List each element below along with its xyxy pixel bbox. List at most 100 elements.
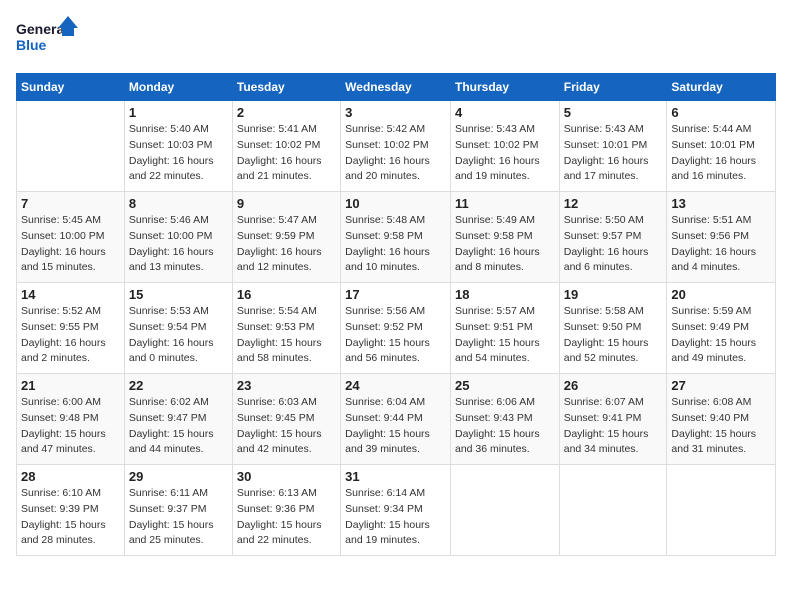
- day-number: 4: [455, 105, 555, 120]
- weekday-header-sunday: Sunday: [17, 74, 125, 101]
- day-number: 15: [129, 287, 228, 302]
- calendar-week-4: 21Sunrise: 6:00 AMSunset: 9:48 PMDayligh…: [17, 374, 776, 465]
- calendar-cell: 8 Sunrise: 5:46 AMSunset: 10:00 PMDayligh…: [124, 192, 232, 283]
- day-number: 8: [129, 196, 228, 211]
- calendar-cell: 20 Sunrise: 5:59 AMSunset: 9:49 PMDayligh…: [667, 283, 776, 374]
- day-number: 31: [345, 469, 446, 484]
- calendar-cell: 25Sunrise: 6:06 AMSunset: 9:43 PMDayligh…: [450, 374, 559, 465]
- day-number: 16: [237, 287, 336, 302]
- calendar-cell: 16 Sunrise: 5:54 AMSunset: 9:53 PMDayligh…: [232, 283, 340, 374]
- day-number: 9: [237, 196, 336, 211]
- weekday-header-thursday: Thursday: [450, 74, 559, 101]
- calendar-cell: 2 Sunrise: 5:41 AMSunset: 10:02 PMDayligh…: [232, 101, 340, 192]
- weekday-header-monday: Monday: [124, 74, 232, 101]
- calendar-cell: 18Sunrise: 5:57 AMSunset: 9:51 PMDayligh…: [450, 283, 559, 374]
- calendar-cell: 31Sunrise: 6:14 AMSunset: 9:34 PMDayligh…: [341, 465, 451, 556]
- day-detail: Sunrise: 5:51 AMSunset: 9:56 PMDaylight:…: [671, 213, 771, 276]
- day-number: 10: [345, 196, 446, 211]
- calendar-cell: 13 Sunrise: 5:51 AMSunset: 9:56 PMDayligh…: [667, 192, 776, 283]
- calendar-cell: [450, 465, 559, 556]
- svg-text:Blue: Blue: [16, 37, 47, 53]
- calendar-cell: 29Sunrise: 6:11 AMSunset: 9:37 PMDayligh…: [124, 465, 232, 556]
- day-detail: Sunrise: 6:06 AMSunset: 9:43 PMDaylight:…: [455, 395, 555, 458]
- day-detail: Sunrise: 5:40 AMSunset: 10:03 PMDaylight…: [129, 122, 228, 185]
- weekday-header-tuesday: Tuesday: [232, 74, 340, 101]
- calendar-cell: [667, 465, 776, 556]
- day-detail: Sunrise: 5:42 AMSunset: 10:02 PMDaylight…: [345, 122, 446, 185]
- day-number: 11: [455, 196, 555, 211]
- day-detail: Sunrise: 5:53 AMSunset: 9:54 PMDaylight:…: [129, 304, 228, 367]
- day-number: 5: [564, 105, 663, 120]
- day-detail: Sunrise: 5:46 AMSunset: 10:00 PMDaylight…: [129, 213, 228, 276]
- day-detail: Sunrise: 5:58 AMSunset: 9:50 PMDaylight:…: [564, 304, 663, 367]
- day-detail: Sunrise: 5:56 AMSunset: 9:52 PMDaylight:…: [345, 304, 446, 367]
- calendar-cell: 10 Sunrise: 5:48 AMSunset: 9:58 PMDayligh…: [341, 192, 451, 283]
- day-number: 6: [671, 105, 771, 120]
- day-number: 23: [237, 378, 336, 393]
- calendar-cell: 23Sunrise: 6:03 AMSunset: 9:45 PMDayligh…: [232, 374, 340, 465]
- day-number: 24: [345, 378, 446, 393]
- day-detail: Sunrise: 5:50 AMSunset: 9:57 PMDaylight:…: [564, 213, 663, 276]
- day-detail: Sunrise: 6:04 AMSunset: 9:44 PMDaylight:…: [345, 395, 446, 458]
- day-detail: Sunrise: 5:54 AMSunset: 9:53 PMDaylight:…: [237, 304, 336, 367]
- weekday-header-friday: Friday: [559, 74, 667, 101]
- day-detail: Sunrise: 6:00 AMSunset: 9:48 PMDaylight:…: [21, 395, 120, 458]
- calendar-cell: 19 Sunrise: 5:58 AMSunset: 9:50 PMDayligh…: [559, 283, 667, 374]
- day-number: 12: [564, 196, 663, 211]
- day-detail: Sunrise: 5:45 AMSunset: 10:00 PMDaylight…: [21, 213, 120, 276]
- day-number: 1: [129, 105, 228, 120]
- calendar-table: SundayMondayTuesdayWednesdayThursdayFrid…: [16, 73, 776, 556]
- day-number: 19: [564, 287, 663, 302]
- calendar-cell: 7 Sunrise: 5:45 AMSunset: 10:00 PMDayligh…: [17, 192, 125, 283]
- day-number: 13: [671, 196, 771, 211]
- day-number: 2: [237, 105, 336, 120]
- calendar-cell: 22 Sunrise: 6:02 AMSunset: 9:47 PMDayligh…: [124, 374, 232, 465]
- day-detail: Sunrise: 5:43 AMSunset: 10:01 PMDaylight…: [564, 122, 663, 185]
- calendar-cell: 15 Sunrise: 5:53 AMSunset: 9:54 PMDayligh…: [124, 283, 232, 374]
- calendar-week-3: 14 Sunrise: 5:52 AMSunset: 9:55 PMDayligh…: [17, 283, 776, 374]
- day-number: 22: [129, 378, 228, 393]
- calendar-cell: 6 Sunrise: 5:44 AMSunset: 10:01 PMDayligh…: [667, 101, 776, 192]
- day-number: 20: [671, 287, 771, 302]
- weekday-header-wednesday: Wednesday: [341, 74, 451, 101]
- day-number: 30: [237, 469, 336, 484]
- calendar-cell: 30 Sunrise: 6:13 AMSunset: 9:36 PMDayligh…: [232, 465, 340, 556]
- day-detail: Sunrise: 6:13 AMSunset: 9:36 PMDaylight:…: [237, 486, 336, 549]
- day-detail: Sunrise: 5:44 AMSunset: 10:01 PMDaylight…: [671, 122, 771, 185]
- day-detail: Sunrise: 5:43 AMSunset: 10:02 PMDaylight…: [455, 122, 555, 185]
- calendar-cell: 21Sunrise: 6:00 AMSunset: 9:48 PMDayligh…: [17, 374, 125, 465]
- day-detail: Sunrise: 5:57 AMSunset: 9:51 PMDaylight:…: [455, 304, 555, 367]
- calendar-cell: 9Sunrise: 5:47 AMSunset: 9:59 PMDaylight…: [232, 192, 340, 283]
- logo-svg: General Blue: [16, 16, 86, 61]
- calendar-cell: 3Sunrise: 5:42 AMSunset: 10:02 PMDayligh…: [341, 101, 451, 192]
- calendar-cell: 1 Sunrise: 5:40 AMSunset: 10:03 PMDayligh…: [124, 101, 232, 192]
- day-number: 17: [345, 287, 446, 302]
- page-header: General Blue: [16, 16, 776, 61]
- day-detail: Sunrise: 5:41 AMSunset: 10:02 PMDaylight…: [237, 122, 336, 185]
- day-detail: Sunrise: 5:48 AMSunset: 9:58 PMDaylight:…: [345, 213, 446, 276]
- calendar-cell: 24 Sunrise: 6:04 AMSunset: 9:44 PMDayligh…: [341, 374, 451, 465]
- day-detail: Sunrise: 5:49 AMSunset: 9:58 PMDaylight:…: [455, 213, 555, 276]
- day-detail: Sunrise: 5:59 AMSunset: 9:49 PMDaylight:…: [671, 304, 771, 367]
- calendar-cell: 26Sunrise: 6:07 AMSunset: 9:41 PMDayligh…: [559, 374, 667, 465]
- calendar-cell: 4 Sunrise: 5:43 AMSunset: 10:02 PMDayligh…: [450, 101, 559, 192]
- day-detail: Sunrise: 6:08 AMSunset: 9:40 PMDaylight:…: [671, 395, 771, 458]
- day-number: 26: [564, 378, 663, 393]
- calendar-cell: 17 Sunrise: 5:56 AMSunset: 9:52 PMDayligh…: [341, 283, 451, 374]
- weekday-header-saturday: Saturday: [667, 74, 776, 101]
- calendar-cell: 5 Sunrise: 5:43 AMSunset: 10:01 PMDayligh…: [559, 101, 667, 192]
- day-detail: Sunrise: 6:10 AMSunset: 9:39 PMDaylight:…: [21, 486, 120, 549]
- day-number: 7: [21, 196, 120, 211]
- day-detail: Sunrise: 6:02 AMSunset: 9:47 PMDaylight:…: [129, 395, 228, 458]
- calendar-week-2: 7 Sunrise: 5:45 AMSunset: 10:00 PMDayligh…: [17, 192, 776, 283]
- day-number: 27: [671, 378, 771, 393]
- day-number: 29: [129, 469, 228, 484]
- calendar-week-1: 1 Sunrise: 5:40 AMSunset: 10:03 PMDayligh…: [17, 101, 776, 192]
- logo: General Blue: [16, 16, 86, 61]
- calendar-cell: [559, 465, 667, 556]
- day-number: 14: [21, 287, 120, 302]
- day-detail: Sunrise: 5:52 AMSunset: 9:55 PMDaylight:…: [21, 304, 120, 367]
- calendar-cell: 12 Sunrise: 5:50 AMSunset: 9:57 PMDayligh…: [559, 192, 667, 283]
- calendar-week-5: 28Sunrise: 6:10 AMSunset: 9:39 PMDayligh…: [17, 465, 776, 556]
- calendar-header: SundayMondayTuesdayWednesdayThursdayFrid…: [17, 74, 776, 101]
